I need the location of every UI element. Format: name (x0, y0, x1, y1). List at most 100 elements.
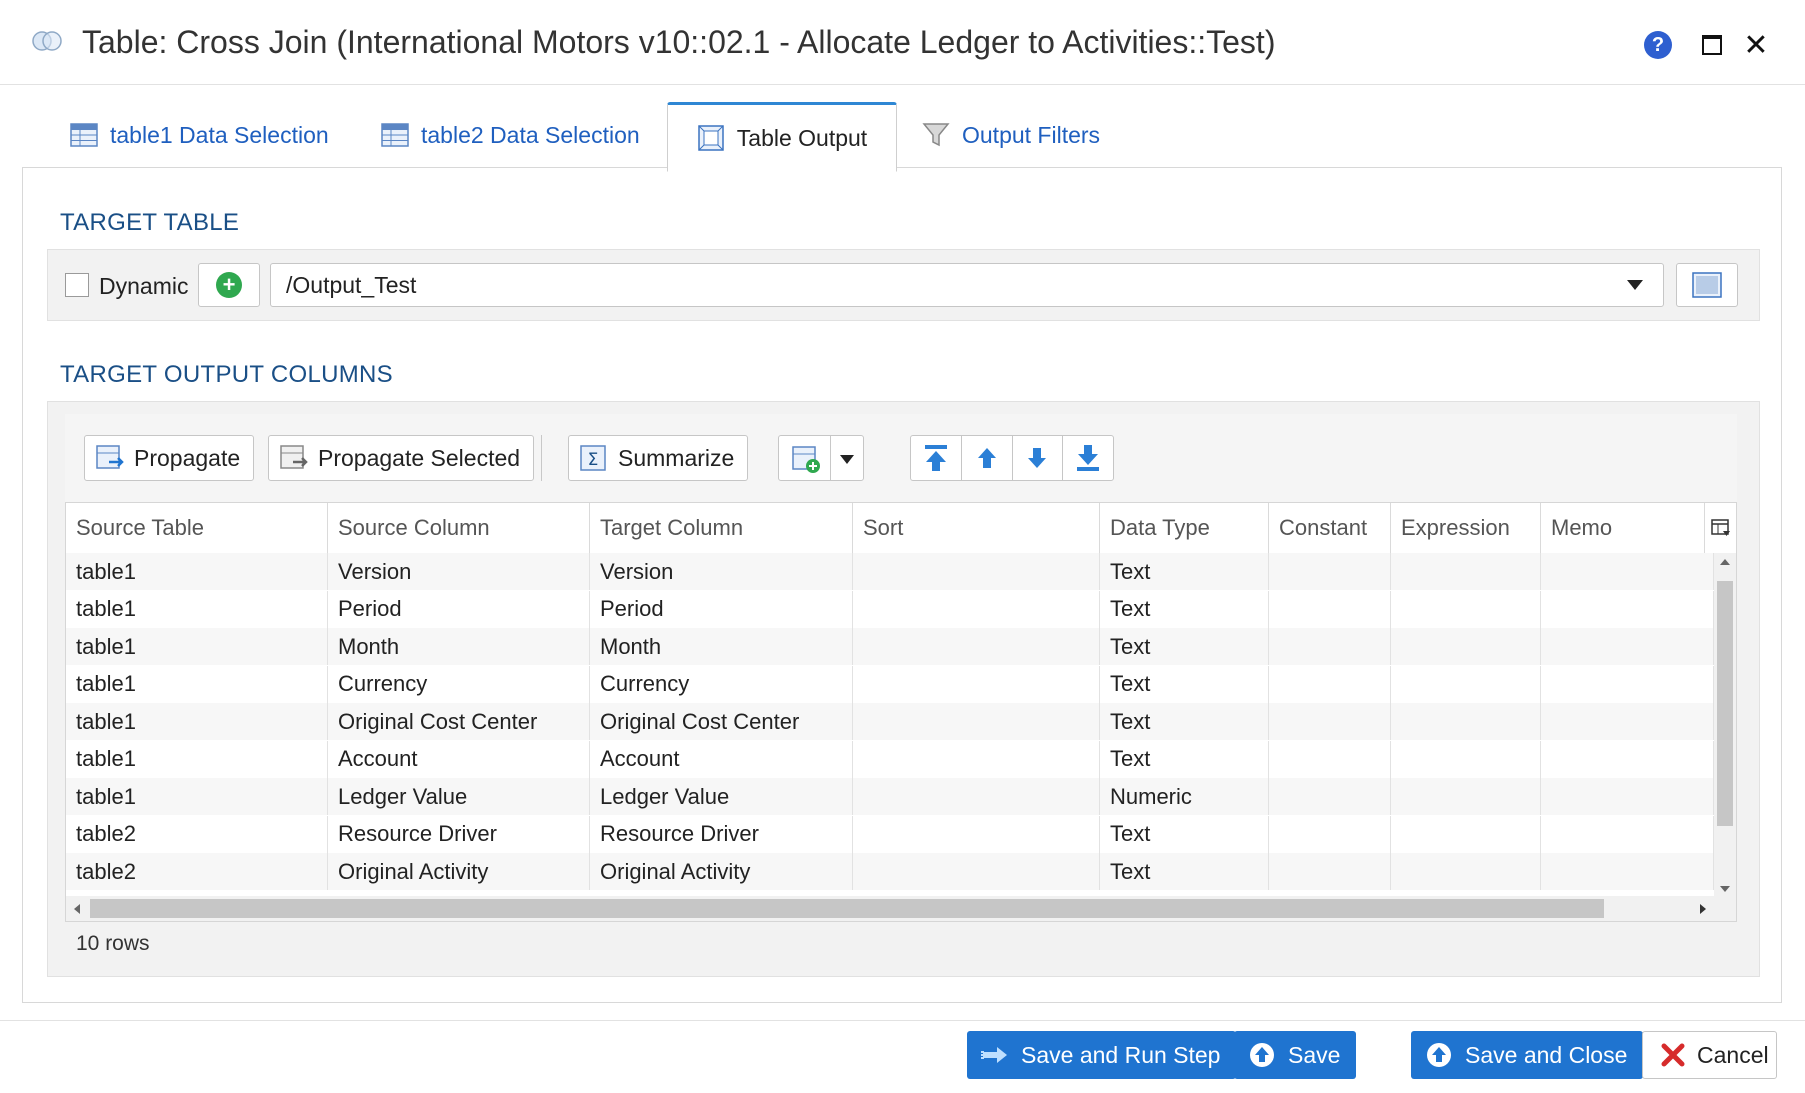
table-row[interactable]: table1 Period Period Text (66, 590, 1714, 628)
maximize-button[interactable] (1697, 30, 1727, 60)
save-button[interactable]: Save (1234, 1031, 1357, 1079)
target-table-select[interactable]: /Output_Test (270, 263, 1664, 307)
move-up-button[interactable] (962, 436, 1013, 480)
cell-source-column[interactable]: Original Cost Center (328, 703, 590, 740)
table-row[interactable]: table1 Currency Currency Text (66, 665, 1714, 703)
scroll-left-icon[interactable] (72, 903, 82, 915)
cell-expression[interactable] (1391, 628, 1541, 665)
cell-target-column[interactable]: Version (590, 553, 853, 590)
tab-table-output[interactable]: Table Output (667, 102, 897, 172)
table-row[interactable]: table1 Account Account Text (66, 740, 1714, 778)
cell-sort[interactable] (853, 815, 1100, 853)
add-table-button[interactable]: + (198, 263, 260, 307)
horizontal-scrollbar[interactable] (66, 896, 1736, 921)
cell-source-table[interactable]: table1 (66, 553, 328, 590)
cell-source-table[interactable]: table1 (66, 740, 328, 778)
move-bottom-button[interactable] (1063, 436, 1113, 480)
table-row[interactable]: table1 Month Month Text (66, 628, 1714, 665)
column-header-source-table[interactable]: Source Table (66, 503, 328, 553)
help-button[interactable]: ? (1643, 30, 1673, 60)
cell-memo[interactable] (1541, 778, 1714, 815)
cell-sort[interactable] (853, 590, 1100, 628)
cell-memo[interactable] (1541, 665, 1714, 703)
cell-sort[interactable] (853, 628, 1100, 665)
cell-source-table[interactable]: table2 (66, 853, 328, 890)
cell-data-type[interactable]: Text (1100, 665, 1269, 703)
move-down-button[interactable] (1013, 436, 1064, 480)
cell-expression[interactable] (1391, 740, 1541, 778)
cell-expression[interactable] (1391, 703, 1541, 740)
propagate-button[interactable]: Propagate (84, 435, 255, 481)
tab-output-filters[interactable]: Output Filters (922, 102, 1100, 168)
column-header-constant[interactable]: Constant (1269, 503, 1391, 553)
cell-target-column[interactable]: Original Cost Center (590, 703, 853, 740)
add-column-split-button[interactable] (778, 435, 864, 481)
cell-source-column[interactable]: Month (328, 628, 590, 665)
cell-constant[interactable] (1269, 628, 1391, 665)
cell-source-column[interactable]: Resource Driver (328, 815, 590, 853)
cell-constant[interactable] (1269, 740, 1391, 778)
cell-constant[interactable] (1269, 553, 1391, 590)
cell-sort[interactable] (853, 740, 1100, 778)
tab-table2-data-selection[interactable]: table2 Data Selection (381, 102, 640, 168)
cell-constant[interactable] (1269, 703, 1391, 740)
cell-source-column[interactable]: Original Activity (328, 853, 590, 890)
cell-sort[interactable] (853, 778, 1100, 815)
table-row[interactable]: table1 Ledger Value Ledger Value Numeric (66, 778, 1714, 815)
table-row[interactable]: table1 Original Cost Center Original Cost … (66, 703, 1714, 740)
chevron-down-icon[interactable] (840, 455, 854, 464)
cell-source-table[interactable]: table1 (66, 703, 328, 740)
cell-target-column[interactable]: Ledger Value (590, 778, 853, 815)
cell-constant[interactable] (1269, 815, 1391, 853)
propagate-selected-button[interactable]: Propagate Selected (268, 435, 535, 481)
vertical-scroll-thumb[interactable] (1717, 581, 1733, 826)
table-row[interactable]: table2 Original Activity Original Activity… (66, 853, 1714, 890)
cell-sort[interactable] (853, 665, 1100, 703)
cell-data-type[interactable]: Numeric (1100, 778, 1269, 815)
column-header-data-type[interactable]: Data Type (1100, 503, 1269, 553)
open-table-button[interactable] (1676, 263, 1738, 307)
cell-data-type[interactable]: Text (1100, 590, 1269, 628)
cell-source-table[interactable]: table1 (66, 665, 328, 703)
cell-sort[interactable] (853, 853, 1100, 890)
cell-target-column[interactable]: Resource Driver (590, 815, 853, 853)
cell-constant[interactable] (1269, 590, 1391, 628)
cell-target-column[interactable]: Currency (590, 665, 853, 703)
column-header-target-column[interactable]: Target Column (590, 503, 853, 553)
cell-target-column[interactable]: Period (590, 590, 853, 628)
tab-table1-data-selection[interactable]: table1 Data Selection (70, 102, 329, 168)
cell-sort[interactable] (853, 553, 1100, 590)
cell-target-column[interactable]: Account (590, 740, 853, 778)
scroll-up-icon[interactable] (1719, 557, 1731, 567)
cell-data-type[interactable]: Text (1100, 703, 1269, 740)
column-header-expression[interactable]: Expression (1391, 503, 1541, 553)
column-header-source-column[interactable]: Source Column (328, 503, 590, 553)
cell-data-type[interactable]: Text (1100, 853, 1269, 890)
cell-memo[interactable] (1541, 590, 1714, 628)
cell-expression[interactable] (1391, 815, 1541, 853)
cell-source-column[interactable]: Ledger Value (328, 778, 590, 815)
cell-memo[interactable] (1541, 553, 1714, 590)
cell-constant[interactable] (1269, 665, 1391, 703)
cell-source-column[interactable]: Currency (328, 665, 590, 703)
cell-sort[interactable] (853, 703, 1100, 740)
cell-target-column[interactable]: Original Activity (590, 853, 853, 890)
column-header-sort[interactable]: Sort (853, 503, 1100, 553)
cell-source-table[interactable]: table1 (66, 778, 328, 815)
horizontal-scroll-thumb[interactable] (90, 899, 1604, 918)
move-top-button[interactable] (911, 436, 962, 480)
scroll-right-icon[interactable] (1698, 903, 1708, 915)
cell-constant[interactable] (1269, 853, 1391, 890)
cell-data-type[interactable]: Text (1100, 740, 1269, 778)
save-and-close-button[interactable]: Save and Close (1411, 1031, 1644, 1079)
cell-memo[interactable] (1541, 703, 1714, 740)
cell-expression[interactable] (1391, 553, 1541, 590)
table-row[interactable]: table2 Resource Driver Resource Driver Text (66, 815, 1714, 853)
cell-source-column[interactable]: Account (328, 740, 590, 778)
cell-source-table[interactable]: table2 (66, 815, 328, 853)
cell-constant[interactable] (1269, 778, 1391, 815)
cell-source-column[interactable]: Period (328, 590, 590, 628)
cell-expression[interactable] (1391, 853, 1541, 890)
cell-expression[interactable] (1391, 778, 1541, 815)
cell-data-type[interactable]: Text (1100, 553, 1269, 590)
